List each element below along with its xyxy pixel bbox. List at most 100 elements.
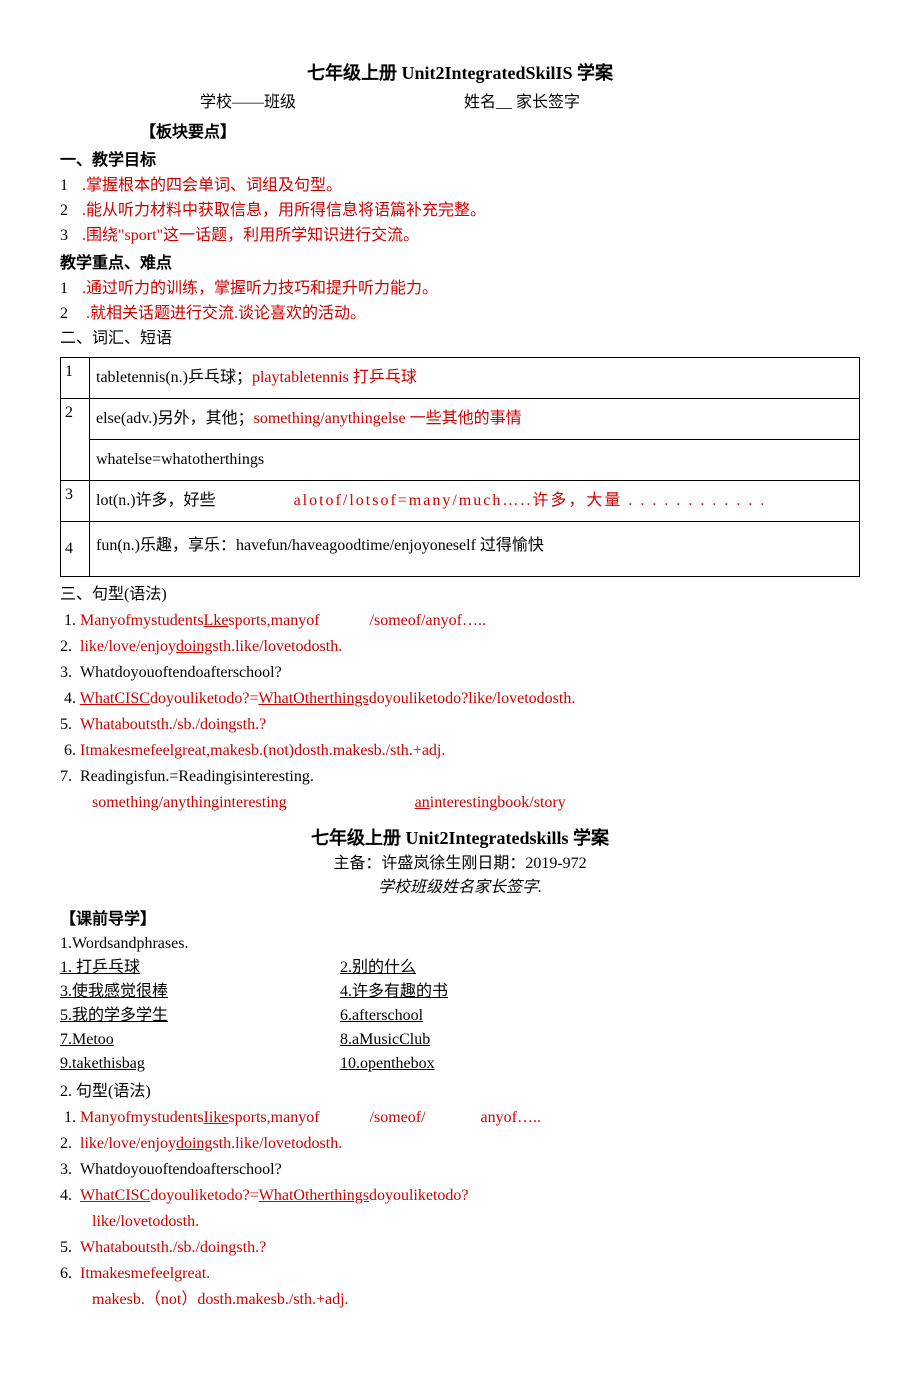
- g21b: Iike: [204, 1109, 229, 1126]
- g1d: /someof/anyof…..: [370, 612, 486, 629]
- goal-item-2: 2.能从听力材料中获取信息，用所得信息将语篇补充完整。: [60, 199, 860, 223]
- diff-item-1: 1.通过听力的训练，掌握听力技巧和提升听力能力。: [60, 277, 860, 301]
- table-row: 3 lot(n.)许多，好些 alotof/lotsof=many/much….…: [61, 481, 860, 522]
- grammar2-item-4e: like/lovetodosth.: [60, 1210, 860, 1234]
- goal-3b: "这一话题，利用所学知识进行交流。: [157, 227, 420, 244]
- g5: Whataboutsth./sb./doingsth.?: [80, 716, 266, 733]
- g24d: doyouliketodo?: [369, 1187, 469, 1204]
- g3: Whatdoyouoftendoafterschool?: [80, 664, 282, 681]
- goal-2-text: .能从听力材料中获取信息，用所得信息将语篇补充完整。: [82, 202, 486, 219]
- grammar2-item-4: 4. WhatCISCdoyouliketodo?=WhatOtherthing…: [60, 1184, 860, 1208]
- section-2-heading: 二、词汇、短语: [60, 327, 860, 351]
- words-phrases-heading: 1.Wordsandphrases.: [60, 932, 860, 956]
- vocab-2b: something/anythingelse 一些其他的事情: [254, 410, 522, 427]
- phrase-8: 8.aMusicClub: [340, 1028, 660, 1052]
- g1b: Lke: [204, 612, 229, 629]
- g24b: doyouliketodo?=: [150, 1187, 259, 1204]
- grammar2-item-2: 2. like/love/enjoydoingsth.like/lovetodo…: [60, 1132, 860, 1156]
- g22a: like/love/enjoy: [80, 1135, 176, 1152]
- grammar-item-7b: something/anythinginteresting aninterest…: [60, 791, 860, 815]
- grammar-item-2: 2. like/love/enjoydoingsth.like/lovetodo…: [60, 635, 860, 659]
- vocab-idx-1: 1: [61, 358, 90, 399]
- block-points-heading: 【板块要点】: [140, 121, 860, 145]
- g4c: WhatOtherthings: [259, 690, 369, 707]
- grammar-item-1: 1. ManyofmystudentsLkesports,manyof/some…: [60, 609, 860, 633]
- diff-1-text: .通过听力的训练，掌握听力技巧和提升听力能力。: [82, 280, 438, 297]
- grammar2-item-6c: makesb.（not）dosth.makesb./sth.+adj.: [60, 1288, 860, 1312]
- vocab-1a: tabletennis(n.)乒乓球；: [96, 369, 252, 386]
- g7: Readingisfun.=Readingisinteresting.: [80, 768, 314, 785]
- g24c: WhatOtherthings: [259, 1187, 369, 1204]
- g4d: doyouliketodo?like/lovetodosth.: [369, 690, 576, 707]
- phrase-4: 4.许多有趣的书: [340, 980, 660, 1004]
- g7d: interestingbook/story: [430, 794, 566, 811]
- preclass-heading: 【课前导学】: [60, 908, 860, 932]
- vocab-table: 1 tabletennis(n.)乒乓球；playtabletennis 打乒乓…: [60, 357, 860, 577]
- g21c: sports,manyof: [228, 1109, 319, 1126]
- meta-signature: 学校班级姓名家长签字.: [60, 876, 860, 900]
- g2c: sth.like/lovetodosth.: [212, 638, 342, 655]
- phrase-5: 5.我的学多学生: [60, 1004, 340, 1028]
- phrase-1: 1. 打乒乓球: [60, 956, 340, 980]
- section-3-heading: 三、句型(语法): [60, 583, 860, 607]
- g21d: /someof/: [370, 1109, 426, 1126]
- g26b: makesmefeelgreat.: [90, 1265, 210, 1282]
- goal-item-1: 1.掌握根本的四会单词、词组及句型。: [60, 174, 860, 198]
- g4b: doyouliketodo?=: [150, 690, 259, 707]
- name-sign-label: 姓名__ 家长签字: [464, 94, 580, 111]
- phrase-3: 3.使我感觉很棒: [60, 980, 340, 1004]
- g22u: doing: [176, 1135, 212, 1152]
- difficulty-heading: 教学重点、难点: [60, 252, 860, 276]
- g6: Itmakesmefeelgreat,makesb.(not)dosth.mak…: [80, 742, 445, 759]
- vocab-idx-3: 3: [61, 481, 90, 522]
- grammar-item-3: 3. Whatdoyouoftendoafterschool?: [60, 661, 860, 685]
- g7c: an: [415, 794, 430, 811]
- vocab-2a: else(adv.)另外，其他；: [96, 410, 254, 427]
- vocab-cell-3: lot(n.)许多，好些 alotof/lotsof=many/much…..许…: [90, 481, 860, 522]
- g25: Whataboutsth./sb./doingsth.?: [80, 1239, 266, 1256]
- goal-item-3: 3.围绕"sport"这一话题，利用所学知识进行交流。: [60, 224, 860, 248]
- diff-2-text: .就相关话题进行交流.谈论喜欢的活动。: [86, 305, 366, 322]
- grammar-item-7: 7. Readingisfun.=Readingisinteresting.: [60, 765, 860, 789]
- g24a: WhatCISC: [80, 1187, 150, 1204]
- vocab-cell-2b: whatelse=whatotherthings: [90, 440, 860, 481]
- table-row: whatelse=whatotherthings: [61, 440, 860, 481]
- table-row: 1 tabletennis(n.)乒乓球；playtabletennis 打乒乓…: [61, 358, 860, 399]
- g22c: sth.like/lovetodosth.: [212, 1135, 342, 1152]
- goal-3a: .围绕"sport: [82, 227, 157, 244]
- grammar2-item-3: 3. Whatdoyouoftendoafterschool?: [60, 1158, 860, 1182]
- phrase-7: 7.Metoo: [60, 1028, 340, 1052]
- header-meta: 学校——班级 姓名__ 家长签字: [200, 91, 860, 115]
- vocab-idx-4: 4: [61, 522, 90, 577]
- grammar2-item-1: 1. ManyofmystudentsIikesports,manyof/som…: [60, 1106, 860, 1130]
- phrase-10: 10.openthebox: [340, 1052, 660, 1076]
- g21a: Manyofmystudents: [80, 1109, 204, 1126]
- g2u: doing: [176, 638, 212, 655]
- vocab-3b: alotof/lotsof=many/much…..许多，大量 . . . . …: [294, 492, 767, 509]
- grammar2-item-6: 6. Itmakesmefeelgreat.: [60, 1262, 860, 1286]
- goal-1-text: .掌握根本的四会单词、词组及句型。: [82, 177, 342, 194]
- phrase-9: 9.takethisbag: [60, 1052, 340, 1076]
- vocab-cell-1: tabletennis(n.)乒乓球；playtabletennis 打乒乓球: [90, 358, 860, 399]
- diff-item-2: 2 .就相关话题进行交流.谈论喜欢的活动。: [60, 302, 860, 326]
- g21e: anyof…..: [481, 1109, 541, 1126]
- g26a: It: [80, 1265, 90, 1282]
- grammar-item-6: 6. Itmakesmefeelgreat,makesb.(not)dosth.…: [60, 739, 860, 763]
- phrase-6: 6.afterschool: [340, 1004, 660, 1028]
- vocab-3a: lot(n.)许多，好些: [96, 492, 216, 509]
- g24e: like/lovetodosth.: [92, 1213, 199, 1230]
- g26c: makesb.（not）dosth.makesb./sth.+adj.: [92, 1291, 349, 1308]
- vocab-idx-2: 2: [61, 399, 90, 481]
- page-title: 七年级上册 Unit2IntegratedSkilIS 学案: [60, 60, 860, 87]
- g23: Whatdoyouoftendoafterschool?: [80, 1161, 282, 1178]
- table-row: 2 else(adv.)另外，其他；something/anythingelse…: [61, 399, 860, 440]
- vocab-cell-4: fun(n.)乐趣，享乐：havefun/haveagoodtime/enjoy…: [90, 522, 860, 577]
- g1a: Manyofmystudents: [80, 612, 204, 629]
- vocab-cell-2a: else(adv.)另外，其他；something/anythingelse 一…: [90, 399, 860, 440]
- section-3b-heading: 2. 句型(语法): [60, 1080, 860, 1104]
- g4a: WhatCISC: [80, 690, 150, 707]
- phrases-grid: 1. 打乒乓球2.别的什么 3.使我感觉很棒4.许多有趣的书 5.我的学多学生6…: [60, 956, 860, 1076]
- g2a: like/love/enjoy: [80, 638, 176, 655]
- page-title-2: 七年级上册 Unit2Integratedskills 学案: [60, 825, 860, 852]
- g7b: something/anythinginteresting: [92, 794, 287, 811]
